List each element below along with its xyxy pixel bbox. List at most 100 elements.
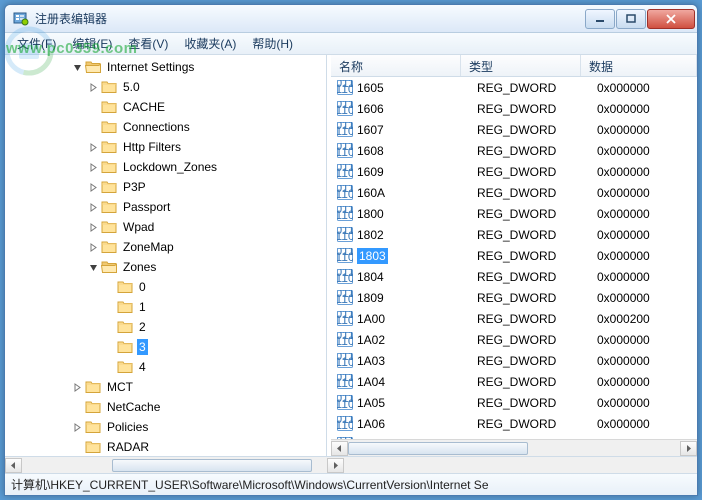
menu-file[interactable]: 文件(F)	[9, 33, 64, 54]
value-row[interactable]: 0111101605REG_DWORD0x000000	[331, 77, 697, 98]
tree-node[interactable]: 4	[5, 357, 326, 377]
svg-text:110: 110	[337, 397, 353, 410]
value-row[interactable]: 0111101809REG_DWORD0x000000	[331, 287, 697, 308]
value-data: 0x000000	[597, 207, 697, 221]
svg-text:110: 110	[337, 208, 353, 221]
value-type: REG_DWORD	[477, 186, 597, 200]
tree-spacer	[101, 359, 117, 375]
tree-node[interactable]: 2	[5, 317, 326, 337]
tree-label: Passport	[121, 199, 172, 215]
value-row[interactable]: 011110160AREG_DWORD0x000000	[331, 182, 697, 203]
tree-node[interactable]: 0	[5, 277, 326, 297]
minimize-button[interactable]	[585, 9, 615, 29]
tree-node[interactable]: Wpad	[5, 217, 326, 237]
chevron-right-icon[interactable]	[85, 159, 101, 175]
menu-help[interactable]: 帮助(H)	[244, 33, 301, 54]
tree-label: Zones	[121, 259, 158, 275]
chevron-right-icon[interactable]	[85, 239, 101, 255]
dword-icon: 011110	[337, 311, 353, 326]
menu-edit[interactable]: 编辑(E)	[64, 33, 120, 54]
chevron-right-icon[interactable]	[85, 79, 101, 95]
value-row[interactable]: 0111101803REG_DWORD0x000000	[331, 245, 697, 266]
maximize-button[interactable]	[616, 9, 646, 29]
value-row[interactable]: 0111101608REG_DWORD0x000000	[331, 140, 697, 161]
titlebar[interactable]: 注册表编辑器	[5, 5, 697, 33]
tree-node[interactable]: Http Filters	[5, 137, 326, 157]
value-data: 0x000000	[597, 144, 697, 158]
col-name[interactable]: 名称	[331, 55, 461, 76]
scroll-track[interactable]	[348, 441, 680, 456]
tree-hscroll[interactable]	[5, 456, 697, 473]
value-row[interactable]: 0111101607REG_DWORD0x000000	[331, 119, 697, 140]
scroll-right-icon[interactable]	[327, 458, 344, 473]
folder-icon	[101, 199, 117, 215]
value-row[interactable]: 0111101A00REG_DWORD0x000200	[331, 308, 697, 329]
scroll-thumb[interactable]	[348, 442, 528, 455]
chevron-down-icon[interactable]	[69, 59, 85, 75]
value-row[interactable]: 0111101606REG_DWORD0x000000	[331, 98, 697, 119]
tree-node[interactable]: RADAR	[5, 437, 326, 456]
scroll-left-icon[interactable]	[5, 458, 22, 473]
tree-spacer	[101, 279, 117, 295]
list-hscroll[interactable]	[331, 439, 697, 456]
close-button[interactable]	[647, 9, 695, 29]
svg-text:110: 110	[337, 187, 353, 200]
tree-node[interactable]: 1	[5, 297, 326, 317]
tree-node[interactable]: ZoneMap	[5, 237, 326, 257]
scroll-thumb[interactable]	[112, 459, 312, 472]
scroll-right-icon[interactable]	[680, 441, 697, 456]
folder-icon	[117, 319, 133, 335]
tree-node[interactable]: Policies	[5, 417, 326, 437]
svg-text:110: 110	[337, 145, 353, 158]
dword-icon: 011110	[337, 164, 353, 179]
menu-view[interactable]: 查看(V)	[120, 33, 176, 54]
tree-node[interactable]: CACHE	[5, 97, 326, 117]
col-data[interactable]: 数据	[581, 55, 697, 76]
tree-node[interactable]: Zones	[5, 257, 326, 277]
tree-spacer	[69, 439, 85, 455]
svg-text:110: 110	[337, 271, 353, 284]
tree-node[interactable]: Passport	[5, 197, 326, 217]
tree-node[interactable]: P3P	[5, 177, 326, 197]
value-type: REG_DWORD	[477, 81, 597, 95]
tree-label: 2	[137, 319, 148, 335]
menu-favorites[interactable]: 收藏夹(A)	[176, 33, 244, 54]
list-rows[interactable]: 0111101605REG_DWORD0x0000000111101606REG…	[331, 77, 697, 439]
value-row[interactable]: 0111101A06REG_DWORD0x000000	[331, 413, 697, 434]
value-type: REG_DWORD	[477, 102, 597, 116]
chevron-down-icon[interactable]	[85, 259, 101, 275]
value-row[interactable]: 0111101804REG_DWORD0x000000	[331, 266, 697, 287]
tree-node[interactable]: Lockdown_Zones	[5, 157, 326, 177]
chevron-right-icon[interactable]	[85, 179, 101, 195]
tree-label: MCT	[105, 379, 135, 395]
svg-text:110: 110	[337, 124, 353, 137]
tree-node[interactable]: NetCache	[5, 397, 326, 417]
svg-text:110: 110	[337, 313, 353, 326]
value-row[interactable]: 0111101A02REG_DWORD0x000000	[331, 329, 697, 350]
chevron-right-icon[interactable]	[69, 379, 85, 395]
chevron-right-icon[interactable]	[85, 139, 101, 155]
tree-node[interactable]: 3	[5, 337, 326, 357]
chevron-right-icon[interactable]	[85, 219, 101, 235]
svg-text:110: 110	[337, 166, 353, 179]
value-row[interactable]: 0111101A05REG_DWORD0x000000	[331, 392, 697, 413]
value-row[interactable]: 0111101A04REG_DWORD0x000000	[331, 371, 697, 392]
tree-node[interactable]: MCT	[5, 377, 326, 397]
value-row[interactable]: 0111101802REG_DWORD0x000000	[331, 224, 697, 245]
value-name: 1800	[357, 207, 384, 221]
col-type[interactable]: 类型	[461, 55, 581, 76]
tree-node[interactable]: Internet Settings	[5, 57, 326, 77]
value-row[interactable]: 0111101609REG_DWORD0x000000	[331, 161, 697, 182]
value-row[interactable]: 0111101800REG_DWORD0x000000	[331, 203, 697, 224]
value-row[interactable]: 0111101A03REG_DWORD0x000000	[331, 350, 697, 371]
value-data: 0x000000	[597, 396, 697, 410]
tree-pane[interactable]: Internet Settings 5.0 CACHEConnectionsHttp…	[5, 55, 327, 456]
scroll-track[interactable]	[22, 458, 327, 473]
chevron-right-icon[interactable]	[69, 419, 85, 435]
tree-node[interactable]: 5.0	[5, 77, 326, 97]
tree-label: 5.0	[121, 79, 142, 95]
tree-label: 3	[137, 339, 148, 355]
scroll-left-icon[interactable]	[331, 441, 348, 456]
tree-node[interactable]: Connections	[5, 117, 326, 137]
chevron-right-icon[interactable]	[85, 199, 101, 215]
